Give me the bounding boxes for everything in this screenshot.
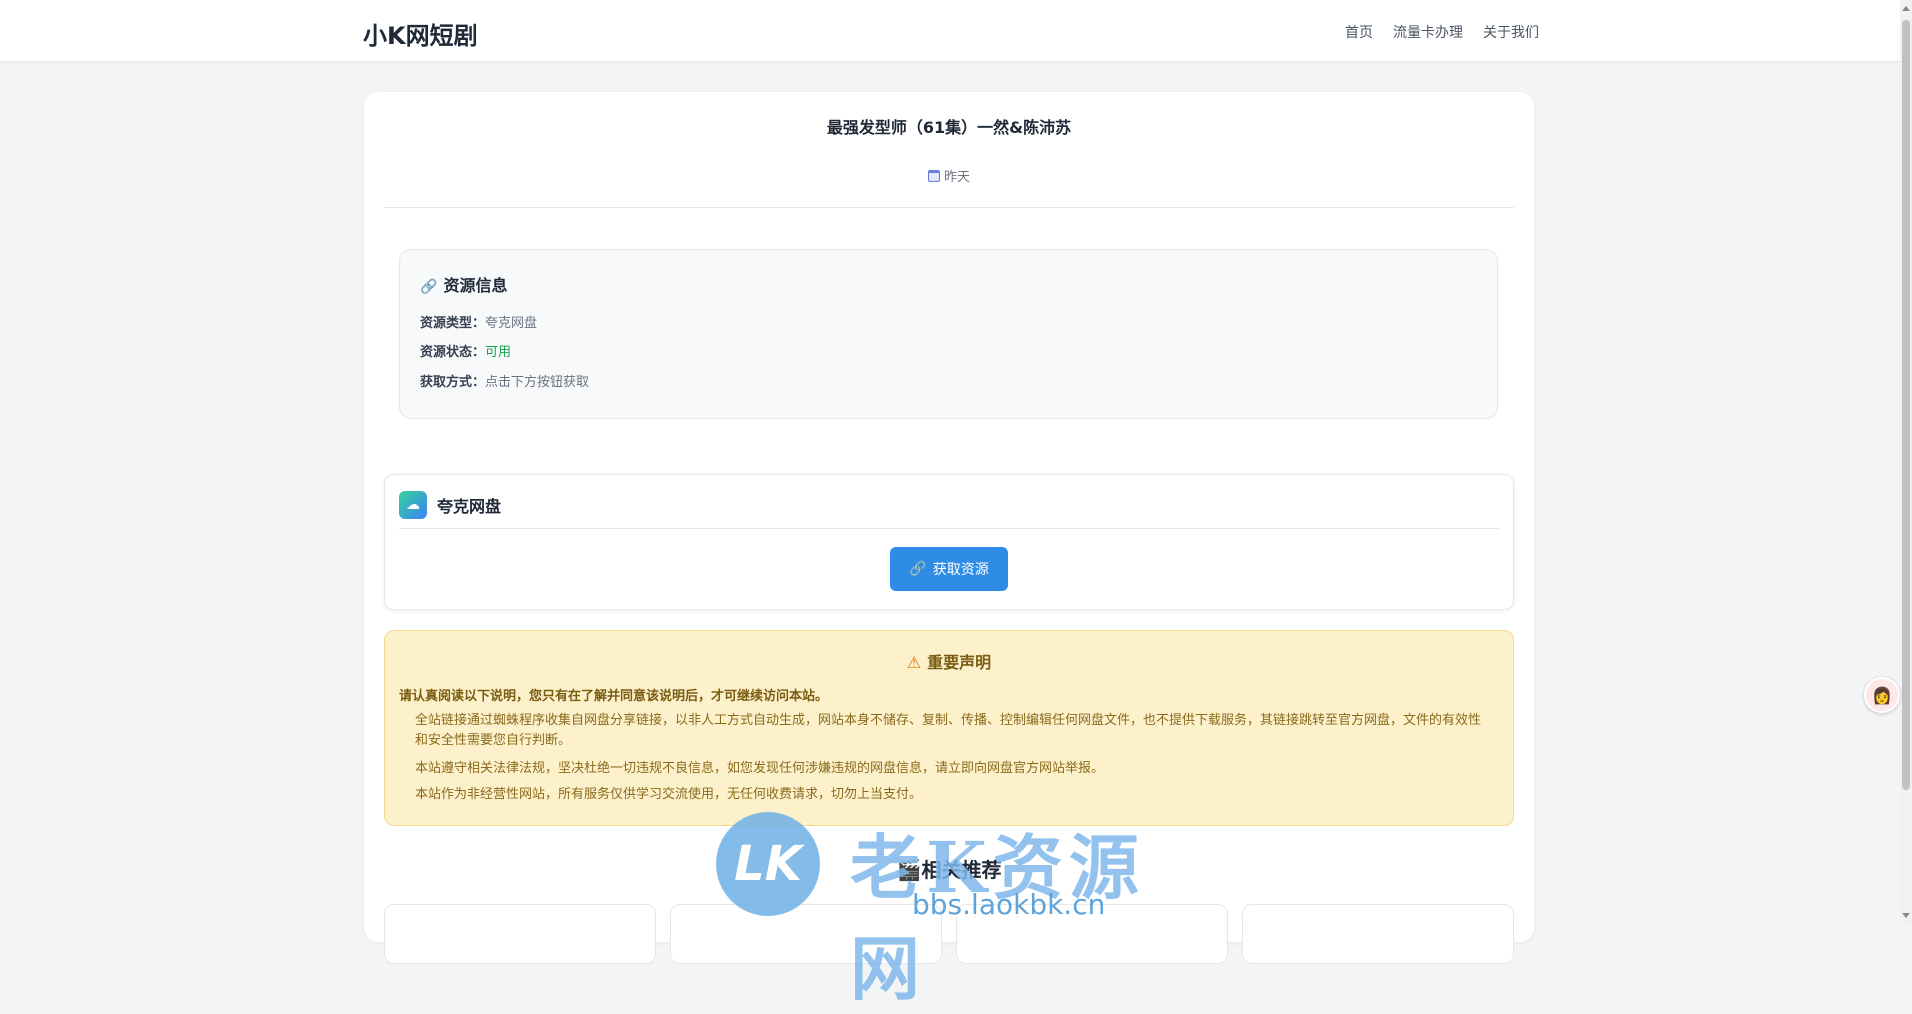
main-nav: 首页 流量卡办理 关于我们: [1345, 22, 1539, 42]
support-avatar-icon[interactable]: 👩: [1864, 677, 1900, 713]
link-icon: 🔗: [420, 279, 438, 295]
disclaimer-title: 重要声明: [927, 653, 992, 672]
top-navbar: 小K网短剧 首页 流量卡办理 关于我们: [0, 0, 1900, 61]
resource-method-label: 获取方式：: [420, 375, 486, 390]
disclaimer-lead: 请认真阅读以下说明，您只有在了解并同意该说明后，才可继续访问本站。: [399, 689, 829, 704]
recommend-heading: 🎬相关推荐: [364, 854, 1534, 883]
resource-method-value: 点击下方按钮获取: [485, 375, 590, 390]
resource-status-row: 资源状态：可用: [420, 341, 511, 360]
netdisk-box: ☁ 夸克网盘 🔗 获取资源: [384, 474, 1514, 610]
disclaimer-heading: ⚠ 重要声明: [385, 649, 1513, 673]
disclaimer-paragraph: 全站链接通过蜘蛛程序收集自网盘分享链接，以非人工方式自动生成，网站本身不储存、复…: [415, 713, 1482, 748]
recommend-card[interactable]: [956, 904, 1228, 964]
warning-icon: ⚠: [906, 653, 922, 672]
resource-info-title-text: 资源信息: [443, 276, 508, 295]
date-text: 昨天: [943, 170, 970, 185]
resource-info-box: 🔗 资源信息 资源类型：夸克网盘 资源状态：可用 获取方式：点击下方按钮获取: [399, 249, 1498, 419]
netdisk-header: ☁ 夸克网盘: [399, 491, 501, 519]
resource-status-label: 资源状态：: [420, 345, 486, 360]
resource-info-heading: 🔗 资源信息: [420, 272, 507, 296]
scroll-up-icon[interactable]: [1902, 6, 1910, 11]
nav-home[interactable]: 首页: [1345, 22, 1373, 42]
disclaimer-paragraph: 本站遵守相关法律法规，坚决杜绝一切违规不良信息，如您发现任何涉嫌违规的网盘信息，…: [415, 761, 1105, 776]
resource-status-value: 可用: [485, 345, 512, 360]
recommend-card[interactable]: [384, 904, 656, 964]
scroll-down-icon[interactable]: [1902, 913, 1910, 918]
resource-type-row: 资源类型：夸克网盘: [420, 312, 537, 331]
nav-sim-card[interactable]: 流量卡办理: [1393, 22, 1463, 42]
recommend-card[interactable]: [1242, 904, 1514, 964]
link-icon: 🔗: [909, 561, 927, 577]
divider: [384, 207, 1514, 208]
get-resource-button[interactable]: 🔗 获取资源: [890, 547, 1008, 591]
get-resource-label: 获取资源: [932, 562, 989, 578]
cloud-icon: ☁: [399, 491, 427, 519]
page-title: 最强发型师（61集）一然&陈沛苏: [826, 118, 1072, 137]
disclaimer-box: ⚠ 重要声明 请认真阅读以下说明，您只有在了解并同意该说明后，才可继续访问本站。 …: [384, 630, 1514, 826]
calendar-icon: [927, 170, 940, 182]
scroll-thumb[interactable]: [1902, 20, 1910, 790]
netdisk-name: 夸克网盘: [437, 497, 502, 516]
site-logo[interactable]: 小K网短剧: [363, 16, 478, 51]
page-scrollbar[interactable]: [1900, 0, 1912, 924]
recommend-title: 相关推荐: [921, 858, 1002, 882]
post-date: 昨天: [364, 166, 1534, 185]
disclaimer-paragraph: 本站作为非经营性网站，所有服务仅供学习交流使用，无任何收费请求，切勿上当支付。: [415, 787, 923, 802]
divider: [399, 528, 1499, 529]
resource-type-label: 资源类型：: [420, 316, 486, 331]
resource-type-value: 夸克网盘: [485, 316, 538, 331]
content-card: 最强发型师（61集）一然&陈沛苏 昨天 🔗 资源信息 资源类型：夸克网盘 资源状态…: [364, 92, 1534, 964]
clapperboard-icon: 🎬: [896, 858, 922, 882]
recommend-card[interactable]: [670, 904, 942, 964]
resource-method-row: 获取方式：点击下方按钮获取: [420, 371, 589, 390]
nav-about[interactable]: 关于我们: [1483, 22, 1539, 42]
